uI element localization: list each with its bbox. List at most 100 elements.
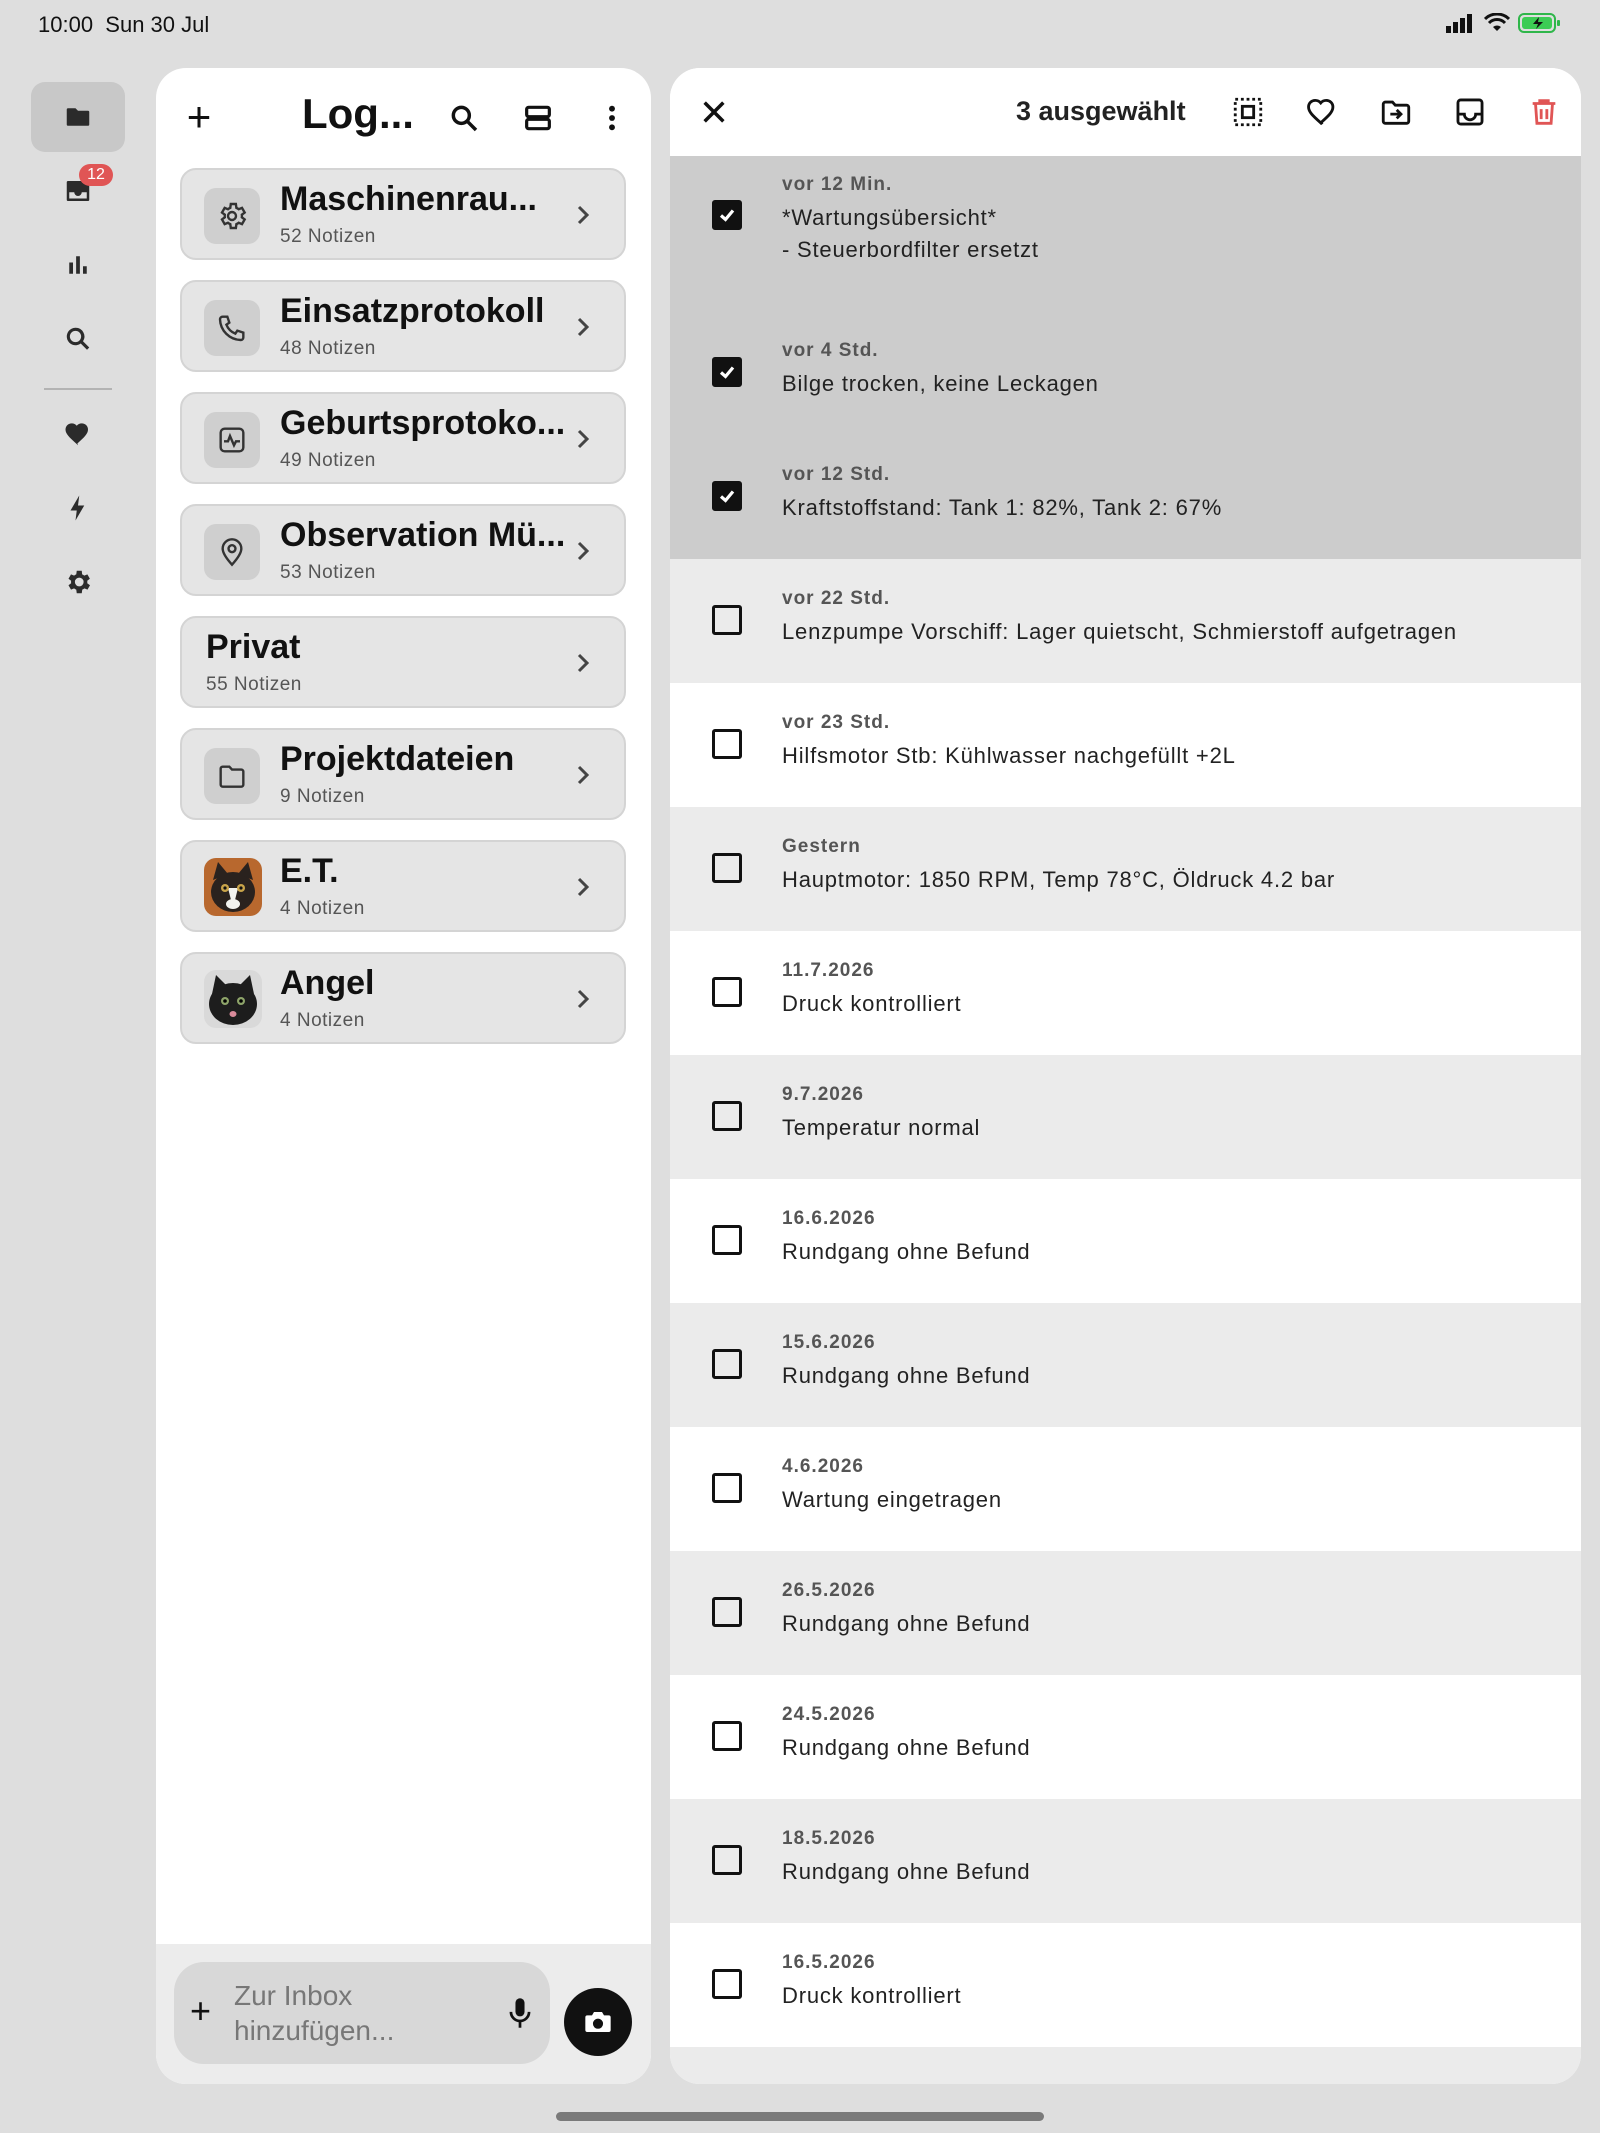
notes-panel: 3 ausgewählt vor 12 Min. *Wartungsübersi…: [670, 68, 1581, 2084]
note-date: vor 23 Std.: [782, 712, 891, 733]
date: Sun 30 Jul: [105, 12, 210, 37]
folders-header: + Log...: [156, 68, 651, 178]
search-button[interactable]: [442, 96, 486, 140]
rail-folders[interactable]: [31, 82, 125, 152]
note-checkbox[interactable]: [712, 605, 742, 635]
note-checkbox[interactable]: [712, 1969, 742, 1999]
home-indicator: [556, 2112, 1044, 2121]
folder-count: 4 Notizen: [280, 898, 365, 919]
gear-icon: [204, 188, 260, 244]
move-to-inbox-button[interactable]: [1448, 90, 1492, 134]
gear-icon: [68, 570, 90, 594]
clock: 10:00: [38, 12, 94, 37]
note-row[interactable]: 9.7.2026 Temperatur normal: [670, 1055, 1581, 1179]
note-checkbox[interactable]: [712, 1101, 742, 1131]
note-text: Lenzpumpe Vorschiff: Lager quietscht, Sc…: [782, 619, 1457, 644]
folder-name: Angel: [280, 964, 375, 1002]
note-checkbox[interactable]: [712, 200, 742, 230]
search-icon: [451, 105, 478, 132]
folder-card[interactable]: Maschinenrau... 52 Notizen: [180, 168, 626, 260]
folder-card[interactable]: Angel 4 Notizen: [180, 952, 626, 1044]
note-checkbox[interactable]: [712, 1597, 742, 1627]
folder-count: 49 Notizen: [280, 450, 376, 471]
note-row[interactable]: vor 23 Std. Hilfsmotor Stb: Kühlwasser n…: [670, 683, 1581, 807]
search-icon: [66, 327, 90, 350]
note-row[interactable]: 4.6.2026 Wartung eingetragen: [670, 1427, 1581, 1551]
camera-button[interactable]: [564, 1988, 632, 2056]
note-row[interactable]: 15.6.2026 Rundgang ohne Befund: [670, 1303, 1581, 1427]
more-vertical-icon: [609, 105, 615, 131]
folder-icon: [66, 108, 90, 126]
rail-divider: [44, 388, 112, 390]
note-checkbox[interactable]: [712, 1845, 742, 1875]
signal-icon: [1446, 14, 1472, 33]
note-checkbox[interactable]: [712, 1473, 742, 1503]
folder-name: Maschinenrau...: [280, 180, 537, 218]
note-checkbox[interactable]: [712, 729, 742, 759]
note-checkbox[interactable]: [712, 1721, 742, 1751]
heartbeat-icon: [204, 412, 260, 468]
note-row[interactable]: vor 12 Std. Kraftstoffstand: Tank 1: 82%…: [670, 435, 1581, 559]
note-row[interactable]: 16.5.2026 Druck kontrolliert: [670, 1923, 1581, 2047]
move-to-folder-button[interactable]: [1374, 90, 1418, 134]
folder-card[interactable]: Privat 55 Notizen: [180, 616, 626, 708]
note-checkbox[interactable]: [712, 977, 742, 1007]
folder-card[interactable]: E.T. 4 Notizen: [180, 840, 626, 932]
heart-outline-icon: [1307, 98, 1335, 126]
close-selection-button[interactable]: [692, 90, 736, 134]
rail-favorites[interactable]: [31, 399, 125, 469]
folder-card[interactable]: Observation Mü... 53 Notizen: [180, 504, 626, 596]
folder-card[interactable]: Einsatzprotokoll 48 Notizen: [180, 280, 626, 372]
folder-count: 53 Notizen: [280, 562, 376, 583]
note-date: 16.6.2026: [782, 1208, 876, 1229]
folder-name: Geburtsprotoko...: [280, 404, 566, 442]
microphone-icon[interactable]: [506, 1996, 534, 2030]
rail-search[interactable]: [31, 304, 125, 374]
more-button[interactable]: [590, 96, 634, 140]
note-text: Druck kontrolliert: [782, 1983, 962, 2008]
rail-inbox[interactable]: 12: [31, 156, 125, 226]
favorite-button[interactable]: [1300, 90, 1344, 134]
note-row[interactable]: vor 22 Std. Lenzpumpe Vorschiff: Lager q…: [670, 559, 1581, 683]
note-date: 24.5.2026: [782, 1704, 876, 1725]
note-date: vor 12 Min.: [782, 174, 893, 195]
note-date: 4.6.2026: [782, 1456, 864, 1477]
note-row[interactable]: 11.7.2026 Druck kontrolliert: [670, 931, 1581, 1055]
folder-count: 55 Notizen: [206, 674, 302, 695]
note-row[interactable]: 24.5.2026 Rundgang ohne Befund: [670, 1675, 1581, 1799]
folder-card[interactable]: Geburtsprotoko... 49 Notizen: [180, 392, 626, 484]
note-date: Gestern: [782, 836, 861, 857]
note-row[interactable]: [670, 2047, 1581, 2084]
note-row[interactable]: vor 12 Min. *Wartungsübersicht* - Steuer…: [670, 156, 1581, 311]
note-date: 16.5.2026: [782, 1952, 876, 1973]
chevron-right-icon: [570, 312, 596, 342]
select-all-button[interactable]: [1226, 90, 1270, 134]
add-folder-button[interactable]: +: [174, 92, 224, 142]
delete-button[interactable]: [1522, 90, 1566, 134]
folder-card[interactable]: Projektdateien 9 Notizen: [180, 728, 626, 820]
cat-avatar: [204, 858, 262, 916]
note-checkbox[interactable]: [712, 481, 742, 511]
note-checkbox[interactable]: [712, 1225, 742, 1255]
rail-stats[interactable]: [31, 230, 125, 300]
note-row[interactable]: 16.6.2026 Rundgang ohne Befund: [670, 1179, 1581, 1303]
note-row[interactable]: vor 4 Std. Bilge trocken, keine Leckagen: [670, 311, 1581, 435]
add-icon[interactable]: +: [190, 1990, 211, 2032]
note-row[interactable]: 18.5.2026 Rundgang ohne Befund: [670, 1799, 1581, 1923]
rail-quick[interactable]: [31, 473, 125, 543]
select-all-icon: [1233, 97, 1263, 127]
folder-count: 52 Notizen: [280, 226, 376, 247]
rail-settings[interactable]: [31, 547, 125, 617]
chevron-right-icon: [570, 760, 596, 790]
view-toggle-button[interactable]: [516, 96, 560, 140]
chevron-right-icon: [570, 872, 596, 902]
note-checkbox[interactable]: [712, 1349, 742, 1379]
note-checkbox[interactable]: [712, 357, 742, 387]
inbox-input[interactable]: + Zur Inbox hinzufügen...: [174, 1962, 550, 2064]
cat-avatar: [204, 970, 262, 1028]
note-row[interactable]: 26.5.2026 Rundgang ohne Befund: [670, 1551, 1581, 1675]
note-row[interactable]: Gestern Hauptmotor: 1850 RPM, Temp 78°C,…: [670, 807, 1581, 931]
note-checkbox[interactable]: [712, 853, 742, 883]
note-text: Hauptmotor: 1850 RPM, Temp 78°C, Öldruck…: [782, 867, 1336, 892]
chevron-right-icon: [570, 200, 596, 230]
